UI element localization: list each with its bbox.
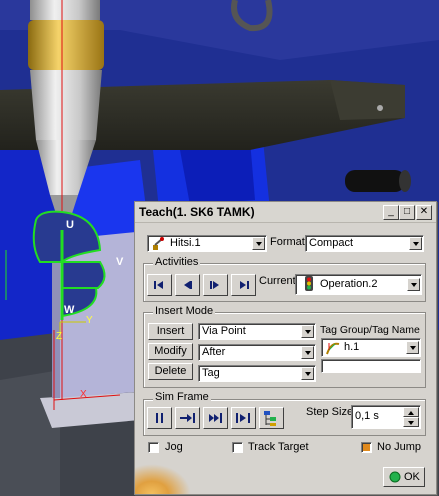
tag-group-label: Tag Group/Tag Name (320, 324, 420, 336)
format-select[interactable]: Compact (305, 235, 424, 252)
step-forward-button[interactable] (203, 274, 228, 296)
jog-label: Jog (165, 441, 183, 453)
tag-icon (326, 342, 340, 355)
device-select[interactable]: Hitsi.1 (147, 235, 267, 252)
track-target-checkbox[interactable] (232, 442, 243, 453)
tree-settings-button[interactable] (259, 407, 284, 429)
skip-forward-icon (209, 413, 222, 423)
axis-label-u: U (66, 219, 74, 231)
track-target-label: Track Target (248, 441, 309, 453)
modify-position-select[interactable]: After (198, 344, 316, 361)
chevron-down-icon[interactable] (301, 325, 314, 338)
step-size-value: 0,1 s (355, 410, 379, 422)
device-select-value: Hitsi.1 (170, 237, 201, 249)
pause-icon (156, 413, 163, 423)
go-first-icon (154, 281, 163, 289)
current-operation-value: Operation.2 (320, 278, 378, 290)
operation-traffic-light-icon (305, 276, 313, 291)
axis-label-w: W (64, 304, 75, 316)
sim-frame-group-label: Sim Frame (153, 391, 211, 403)
play-to-end-icon (236, 413, 250, 423)
delete-button[interactable]: Delete (148, 363, 193, 380)
tag-name-field[interactable] (321, 359, 421, 373)
chevron-down-icon[interactable] (301, 346, 314, 359)
close-button[interactable]: ✕ (416, 205, 432, 220)
format-select-value: Compact (309, 237, 354, 249)
step-size-label: Step Size (306, 406, 354, 418)
no-jump-checkbox[interactable] (361, 442, 372, 453)
insert-button[interactable]: Insert (148, 323, 193, 340)
dialog-title: Teach(1. SK6 TAMK) (139, 205, 255, 219)
spinner-down-button[interactable] (403, 417, 419, 427)
ok-button-label: OK (404, 471, 420, 483)
insert-type-select[interactable]: Via Point (198, 323, 316, 340)
ok-green-circle-icon (389, 471, 401, 483)
checkbox-check-mark (363, 444, 370, 451)
chevron-down-icon[interactable] (406, 341, 419, 354)
step-size-spinner[interactable]: 0,1 s (351, 405, 421, 429)
step-forward-icon (210, 281, 219, 289)
activities-group-label: Activities (153, 256, 201, 268)
step-to-next-icon (180, 413, 195, 423)
chevron-up-icon (408, 411, 414, 415)
dialog-titlebar[interactable]: Teach(1. SK6 TAMK) _ □ ✕ (135, 202, 436, 223)
robot-icon (153, 237, 164, 250)
step-to-next-button[interactable] (175, 407, 200, 429)
axis-label-v: V (116, 256, 124, 268)
spinner-up-button[interactable] (403, 407, 419, 417)
tag-group-value: h.1 (344, 341, 360, 353)
go-first-button[interactable] (147, 274, 172, 296)
play-to-end-button[interactable] (231, 407, 256, 429)
insert-type-value: Via Point (202, 325, 246, 337)
format-label: Format (270, 236, 305, 248)
ok-button[interactable]: OK (383, 467, 425, 487)
go-last-button[interactable] (231, 274, 256, 296)
no-jump-label: No Jump (377, 441, 422, 453)
chevron-down-icon[interactable] (407, 278, 420, 291)
modify-position-value: After (202, 346, 226, 358)
skip-forward-button[interactable] (203, 407, 228, 429)
step-back-icon (184, 281, 192, 289)
chevron-down-icon[interactable] (301, 367, 314, 380)
chevron-down-icon[interactable] (252, 237, 265, 250)
tree-settings-icon (264, 411, 276, 426)
minimize-button[interactable]: _ (383, 205, 399, 220)
jog-checkbox[interactable] (148, 442, 159, 453)
current-label: Current (259, 275, 296, 287)
axis-label-y: Y (86, 315, 93, 326)
catia-logo (135, 464, 191, 494)
chevron-down-icon[interactable] (409, 237, 422, 250)
current-operation-select[interactable]: Operation.2 (295, 274, 422, 295)
chevron-down-icon (408, 421, 414, 425)
axis-label-x: X (80, 389, 87, 400)
teach-dialog: Teach(1. SK6 TAMK) _ □ ✕ Hitsi.1 Format … (134, 201, 437, 495)
modify-button[interactable]: Modify (148, 343, 193, 360)
maximize-button[interactable]: □ (399, 205, 415, 220)
delete-target-value: Tag (202, 367, 220, 379)
pause-button[interactable] (147, 407, 172, 429)
axis-label-z: Z (56, 331, 63, 342)
delete-target-select[interactable]: Tag (198, 365, 316, 382)
go-last-icon (240, 281, 249, 289)
tag-group-select[interactable]: h.1 (321, 338, 421, 357)
insert-mode-group-label: Insert Mode (153, 305, 216, 317)
step-back-button[interactable] (175, 274, 200, 296)
